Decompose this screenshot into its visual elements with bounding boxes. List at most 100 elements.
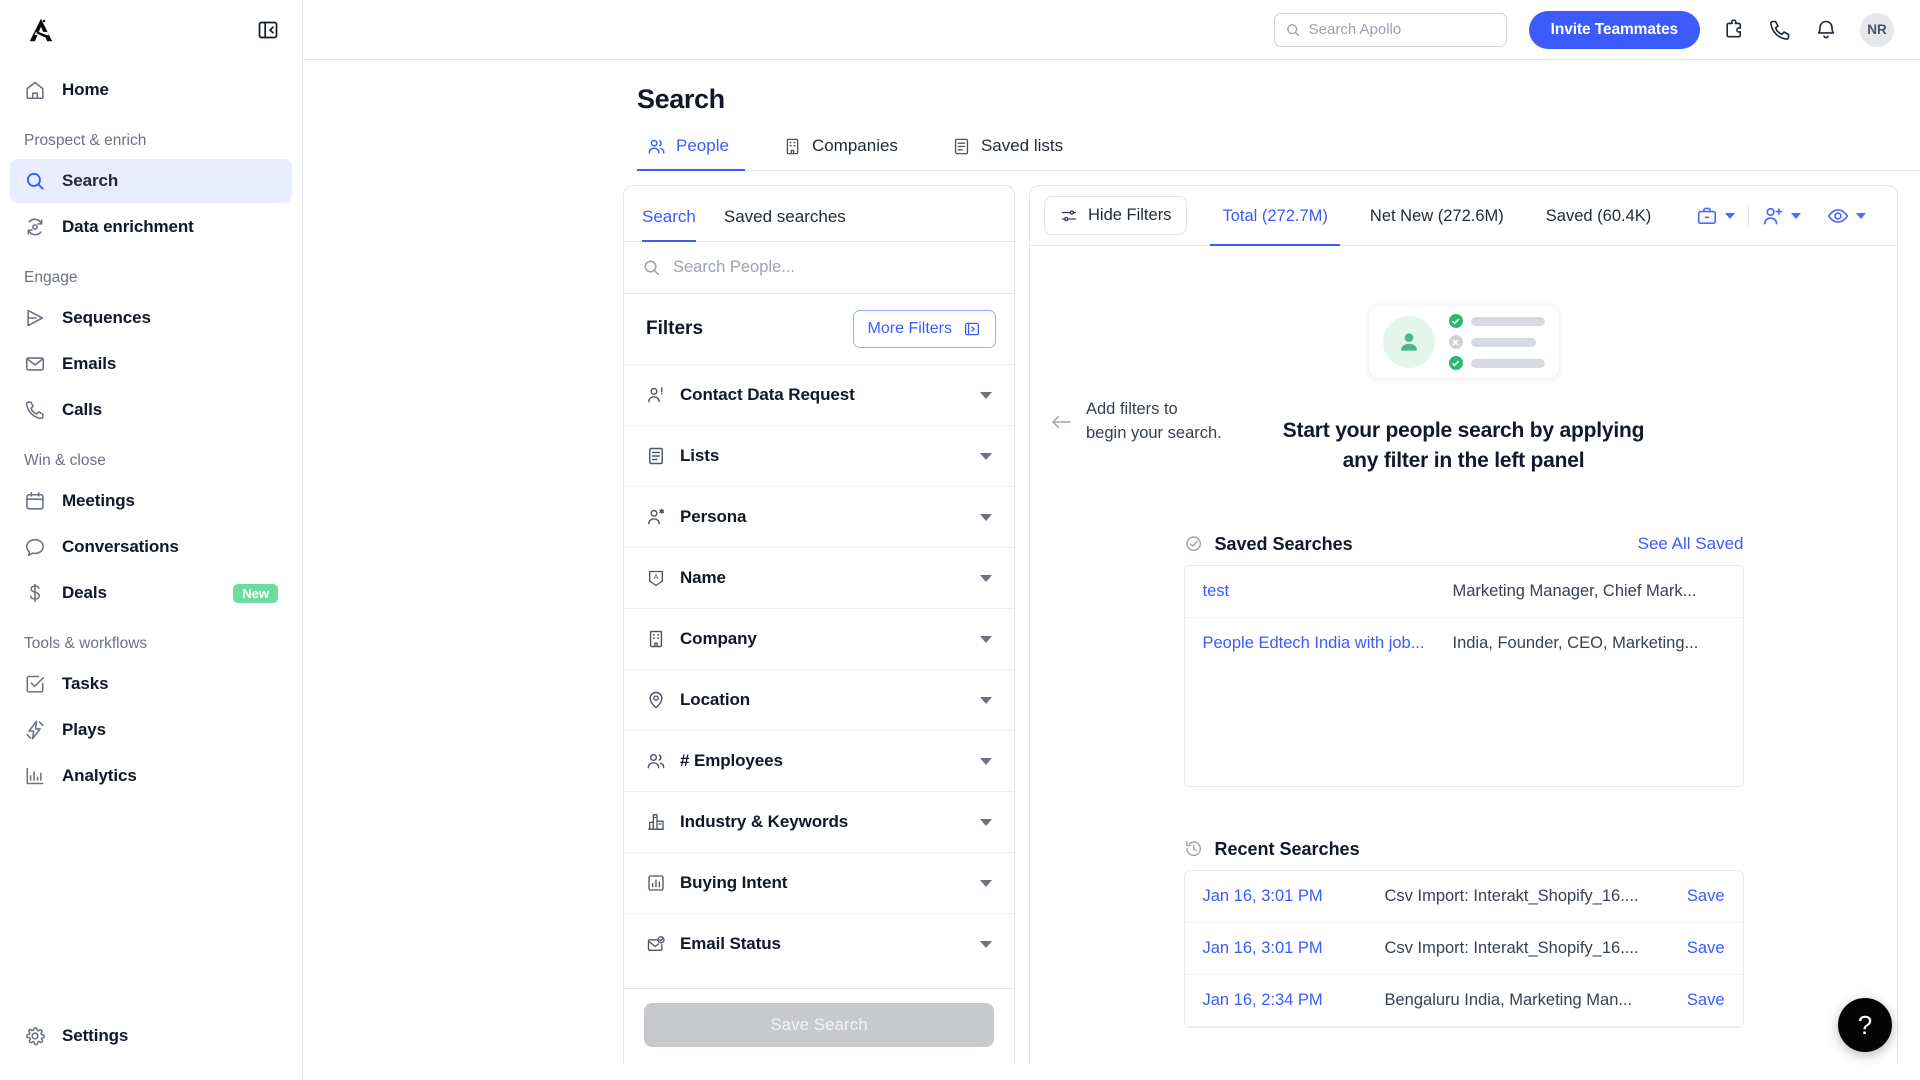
saved-search-row[interactable]: test Marketing Manager, Chief Mark... — [1184, 566, 1743, 618]
sidebar-item-emails[interactable]: Emails — [10, 342, 292, 386]
chevron-down-icon[interactable] — [1791, 212, 1801, 219]
chevron-down-icon[interactable] — [980, 696, 992, 704]
sidebar-item-plays[interactable]: Plays — [10, 708, 292, 752]
tab-people[interactable]: People — [637, 136, 745, 171]
building-icon — [649, 630, 663, 648]
phone-icon[interactable] — [1768, 18, 1792, 42]
hide-filters-button[interactable]: Hide Filters — [1044, 196, 1188, 235]
apollo-logo[interactable] — [26, 15, 56, 45]
calendar-icon — [26, 491, 44, 510]
status-badge: New — [233, 583, 278, 603]
saved-search-name[interactable]: People Edtech India with job... — [1203, 634, 1453, 653]
tab-companies[interactable]: Companies — [773, 136, 914, 171]
sidebar-item-home[interactable]: Home — [10, 68, 292, 112]
gear-icon — [26, 1027, 45, 1046]
help-button[interactable]: ? — [1838, 998, 1892, 1052]
sidebar-item-calls[interactable]: Calls — [10, 388, 292, 432]
tab-label: Companies — [811, 136, 898, 155]
filter-list[interactable]: Contact Data Request Lists Persona A Nam… — [624, 364, 1014, 988]
puzzle-piece-icon[interactable] — [1722, 18, 1746, 42]
topbar: Invite Teammates NR — [303, 0, 1920, 60]
results-body[interactable]: Add filters to begin your search. Start … — [1030, 246, 1897, 1065]
invite-teammates-button[interactable]: Invite Teammates — [1528, 10, 1700, 49]
save-link[interactable]: Save — [1687, 887, 1725, 906]
chevron-down-icon[interactable] — [1856, 212, 1866, 219]
filter-row-buying-intent[interactable]: Buying Intent — [624, 852, 1014, 913]
sidebar-group-label: Prospect & enrich — [24, 132, 147, 149]
filter-row-industry-keywords[interactable]: Industry & Keywords — [624, 791, 1014, 852]
saved-search-name[interactable]: test — [1203, 582, 1453, 601]
factory-icon — [648, 814, 664, 830]
filter-row-name[interactable]: A Name — [624, 547, 1014, 608]
sidebar-item-deals[interactable]: Deals New — [10, 571, 292, 615]
chevron-down-icon[interactable] — [980, 513, 992, 521]
recent-search-row[interactable]: Jan 16, 3:01 PM Csv Import: Interakt_Sho… — [1184, 923, 1743, 975]
recent-search-date[interactable]: Jan 16, 3:01 PM — [1203, 887, 1385, 906]
envelope-icon — [25, 357, 45, 371]
list-icon — [649, 447, 663, 465]
recent-search-row[interactable]: Jan 16, 2:34 PM Bengaluru India, Marketi… — [1184, 975, 1743, 1027]
tab-total[interactable]: Total (272.7M) — [1210, 188, 1340, 246]
section-header: Recent Searches — [1184, 839, 1744, 860]
recent-search-date[interactable]: Jan 16, 2:34 PM — [1203, 991, 1385, 1010]
tab-filter-saved-searches[interactable]: Saved searches — [724, 187, 846, 242]
filter-row-location[interactable]: Location — [624, 669, 1014, 730]
tab-saved[interactable]: Saved (60.4K) — [1534, 188, 1663, 246]
avatar[interactable]: NR — [1860, 12, 1894, 47]
content-row: Search Saved searches Filters More Filte… — [303, 171, 1920, 1080]
tab-net-new[interactable]: Net New (272.6M) — [1358, 188, 1516, 246]
sidebar-item-sequences[interactable]: Sequences — [10, 296, 292, 340]
chevron-down-icon[interactable] — [980, 879, 992, 887]
bell-icon[interactable] — [1814, 18, 1838, 42]
panel-collapse-icon[interactable] — [256, 18, 280, 42]
sidebar-item-settings[interactable]: Settings — [10, 1014, 292, 1058]
save-link[interactable]: Save — [1687, 991, 1725, 1010]
global-search-box[interactable] — [1273, 12, 1507, 47]
filter-row-employees[interactable]: # Employees — [624, 730, 1014, 791]
sidebar-item-tasks[interactable]: Tasks — [10, 662, 292, 706]
add-person-icon[interactable] — [1762, 205, 1784, 227]
chevron-down-icon[interactable] — [980, 452, 992, 460]
eye-icon[interactable] — [1827, 205, 1849, 227]
sidebar-item-search[interactable]: Search — [10, 159, 292, 203]
filter-row-company[interactable]: Company — [624, 608, 1014, 669]
chevron-down-icon[interactable] — [1725, 212, 1735, 219]
sidebar-item-meetings[interactable]: Meetings — [10, 479, 292, 523]
save-link[interactable]: Save — [1687, 939, 1725, 958]
chevron-down-icon[interactable] — [980, 818, 992, 826]
tab-filter-search[interactable]: Search — [642, 187, 696, 242]
chevron-down-icon[interactable] — [980, 574, 992, 582]
see-all-saved-link[interactable]: See All Saved — [1638, 534, 1744, 554]
filter-row-email-status[interactable]: Email Status — [624, 913, 1014, 974]
hint-line-2: begin your search. — [1086, 423, 1222, 442]
search-input[interactable] — [1308, 21, 1496, 38]
saved-search-row[interactable]: People Edtech India with job... India, F… — [1185, 618, 1743, 670]
hide-filters-label: Hide Filters — [1088, 206, 1172, 224]
people-icon — [647, 753, 665, 769]
more-filters-button[interactable]: More Filters — [852, 310, 996, 348]
chevron-down-icon[interactable] — [980, 940, 992, 948]
chevron-down-icon[interactable] — [980, 757, 992, 765]
chevron-down-icon[interactable] — [980, 391, 992, 399]
recent-search-row[interactable]: Jan 16, 3:01 PM Csv Import: Interakt_Sho… — [1184, 871, 1743, 923]
empty-state: Add filters to begin your search. Start … — [1030, 246, 1897, 1028]
search-people-input[interactable] — [673, 258, 996, 277]
recent-searches-card: Jan 16, 3:01 PM Csv Import: Interakt_Sho… — [1183, 869, 1744, 1028]
filter-row-contact-data-request[interactable]: Contact Data Request — [624, 364, 1014, 425]
filter-row-persona[interactable]: Persona — [624, 486, 1014, 547]
tab-saved-lists[interactable]: Saved lists — [942, 136, 1079, 171]
recent-search-date[interactable]: Jan 16, 3:01 PM — [1203, 939, 1385, 958]
filter-row-lists[interactable]: Lists — [624, 425, 1014, 486]
sidebar-item-label: Conversations — [62, 537, 179, 556]
filter-search-box[interactable] — [624, 242, 1014, 294]
x-icon — [1448, 335, 1463, 349]
bar-chart-icon — [648, 875, 664, 891]
magnifier-icon — [26, 172, 44, 190]
save-search-button[interactable]: Save Search — [644, 1003, 994, 1047]
briefcase-icon[interactable] — [1696, 205, 1718, 227]
sidebar-item-analytics[interactable]: Analytics — [10, 754, 292, 798]
chevron-down-icon[interactable] — [980, 635, 992, 643]
sidebar-item-conversations[interactable]: Conversations — [10, 525, 292, 569]
empty-title-line-2: any filter in the left panel — [1342, 448, 1585, 472]
sidebar-item-data-enrichment[interactable]: Data enrichment — [10, 205, 292, 249]
